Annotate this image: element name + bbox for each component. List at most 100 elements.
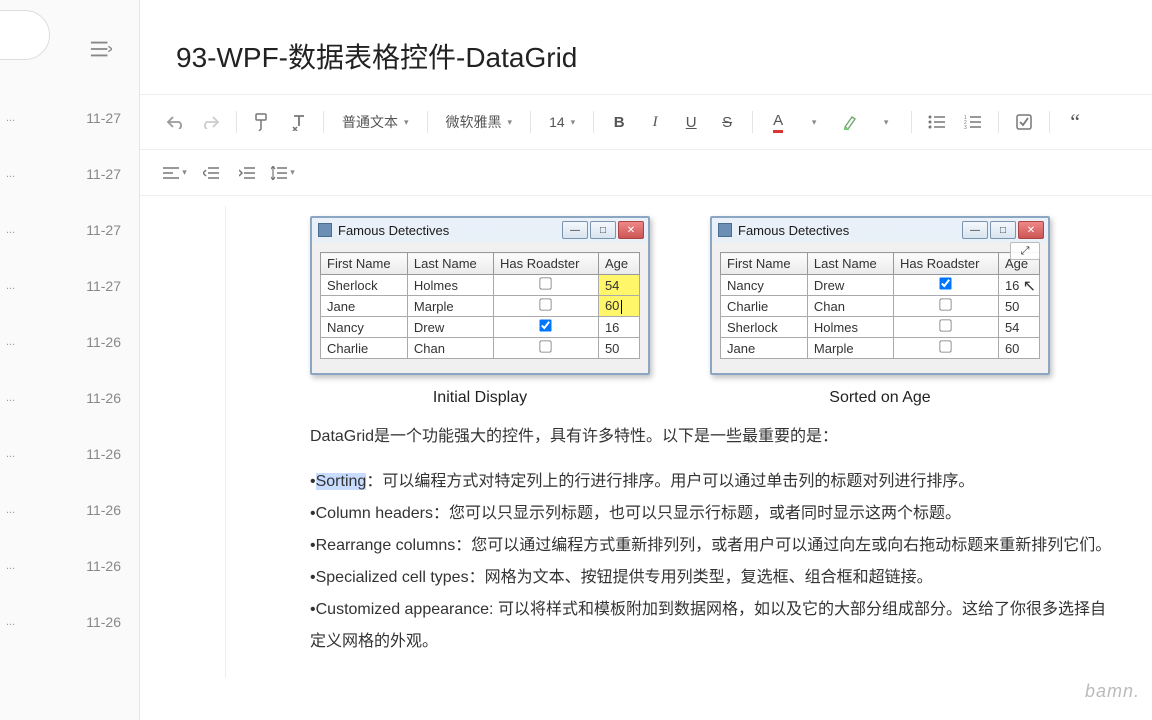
- cell-last[interactable]: Drew: [807, 275, 893, 296]
- checkbox[interactable]: [540, 277, 552, 289]
- cell-roadster[interactable]: [894, 338, 999, 359]
- sidebar-item[interactable]: ...11-27: [0, 258, 139, 314]
- checkbox[interactable]: [940, 277, 952, 289]
- column-header[interactable]: First Name: [321, 253, 408, 275]
- highlight-button[interactable]: [835, 107, 865, 137]
- strikethrough-button[interactable]: S: [712, 107, 742, 137]
- cell-age[interactable]: 54: [598, 275, 639, 296]
- cell-last[interactable]: Marple: [407, 296, 493, 317]
- column-header[interactable]: First Name: [721, 253, 808, 275]
- table-row[interactable]: JaneMarple 60: [321, 296, 640, 317]
- cell-last[interactable]: Holmes: [807, 317, 893, 338]
- sidebar-item[interactable]: ...11-27: [0, 146, 139, 202]
- cell-roadster[interactable]: [494, 317, 599, 338]
- datagrid-left[interactable]: First NameLast NameHas RoadsterAgeSherlo…: [320, 252, 640, 359]
- font-color-button[interactable]: A: [763, 107, 793, 137]
- cell-roadster[interactable]: [894, 317, 999, 338]
- column-header[interactable]: Age: [598, 253, 639, 275]
- cell-roadster[interactable]: [894, 296, 999, 317]
- ordered-list-button[interactable]: 123: [958, 107, 988, 137]
- checkbox[interactable]: [540, 298, 552, 310]
- checkbox[interactable]: [940, 298, 952, 310]
- cell-first[interactable]: Sherlock: [721, 317, 808, 338]
- quote-button[interactable]: “: [1060, 107, 1090, 137]
- close-button[interactable]: ✕: [618, 221, 644, 239]
- checkbox-button[interactable]: [1009, 107, 1039, 137]
- highlight-chevron[interactable]: ▾: [871, 107, 901, 137]
- table-row[interactable]: CharlieChan 50: [721, 296, 1040, 317]
- format-painter-button[interactable]: [247, 107, 277, 137]
- cell-roadster[interactable]: [494, 338, 599, 359]
- redo-button[interactable]: [196, 107, 226, 137]
- cell-first[interactable]: Charlie: [721, 296, 808, 317]
- close-button[interactable]: ✕: [1018, 221, 1044, 239]
- cell-roadster[interactable]: [494, 296, 599, 317]
- sidebar-item[interactable]: ...11-26: [0, 370, 139, 426]
- font-size-dropdown[interactable]: 14▾: [541, 114, 583, 130]
- minimize-button[interactable]: —: [562, 221, 588, 239]
- align-button[interactable]: ▾: [160, 158, 190, 188]
- cell-age[interactable]: 50: [598, 338, 639, 359]
- checkbox[interactable]: [540, 319, 552, 331]
- sidebar-item[interactable]: ...11-26: [0, 314, 139, 370]
- cell-age[interactable]: 16: [598, 317, 639, 338]
- cell-age[interactable]: 16: [998, 275, 1039, 296]
- table-row[interactable]: SherlockHolmes 54: [321, 275, 640, 296]
- cell-last[interactable]: Chan: [407, 338, 493, 359]
- sidebar-item[interactable]: ...11-26: [0, 426, 139, 482]
- font-family-dropdown[interactable]: 微软雅黑▾: [438, 112, 521, 132]
- table-row[interactable]: NancyDrew 16: [321, 317, 640, 338]
- table-row[interactable]: JaneMarple 60: [721, 338, 1040, 359]
- column-header[interactable]: Has Roadster: [894, 253, 999, 275]
- bold-button[interactable]: B: [604, 107, 634, 137]
- column-header[interactable]: Last Name: [407, 253, 493, 275]
- paragraph-style-dropdown[interactable]: 普通文本▾: [334, 112, 417, 132]
- cell-age[interactable]: 60: [998, 338, 1039, 359]
- column-header[interactable]: Last Name: [807, 253, 893, 275]
- cell-first[interactable]: Sherlock: [321, 275, 408, 296]
- cell-age[interactable]: 50: [998, 296, 1039, 317]
- sidebar-item[interactable]: ...11-26: [0, 538, 139, 594]
- menu-icon[interactable]: [90, 40, 112, 63]
- cell-roadster[interactable]: [894, 275, 999, 296]
- font-color-chevron[interactable]: ▾: [799, 107, 829, 137]
- maximize-button[interactable]: □: [990, 221, 1016, 239]
- underline-button[interactable]: U: [676, 107, 706, 137]
- column-header[interactable]: Has Roadster: [494, 253, 599, 275]
- clear-format-button[interactable]: [283, 107, 313, 137]
- cell-first[interactable]: Nancy: [321, 317, 408, 338]
- cell-age[interactable]: 54: [998, 317, 1039, 338]
- italic-button[interactable]: I: [640, 107, 670, 137]
- doc-body[interactable]: Famous Detectives — □ ✕ First NameLast N…: [240, 206, 1152, 678]
- undo-button[interactable]: [160, 107, 190, 137]
- cell-first[interactable]: Jane: [321, 296, 408, 317]
- table-row[interactable]: NancyDrew 16: [721, 275, 1040, 296]
- table-row[interactable]: SherlockHolmes 54: [721, 317, 1040, 338]
- line-spacing-button[interactable]: ▾: [268, 158, 298, 188]
- expand-image-button[interactable]: ⤢: [1010, 242, 1040, 260]
- cell-age[interactable]: 60: [598, 296, 639, 317]
- sidebar-item[interactable]: ...11-26: [0, 482, 139, 538]
- sidebar-pill[interactable]: [0, 10, 50, 60]
- sidebar-item[interactable]: ...11-27: [0, 202, 139, 258]
- table-row[interactable]: CharlieChan 50: [321, 338, 640, 359]
- cell-first[interactable]: Jane: [721, 338, 808, 359]
- sidebar-item[interactable]: ...11-26: [0, 594, 139, 650]
- cell-last[interactable]: Holmes: [407, 275, 493, 296]
- cell-last[interactable]: Drew: [407, 317, 493, 338]
- cell-last[interactable]: Marple: [807, 338, 893, 359]
- indent-increase-button[interactable]: [232, 158, 262, 188]
- maximize-button[interactable]: □: [590, 221, 616, 239]
- cell-roadster[interactable]: [494, 275, 599, 296]
- cell-first[interactable]: Nancy: [721, 275, 808, 296]
- checkbox[interactable]: [940, 319, 952, 331]
- checkbox[interactable]: [540, 340, 552, 352]
- checkbox[interactable]: [940, 340, 952, 352]
- cell-last[interactable]: Chan: [807, 296, 893, 317]
- datagrid-right[interactable]: First NameLast NameHas RoadsterAgeNancyD…: [720, 252, 1040, 359]
- unordered-list-button[interactable]: [922, 107, 952, 137]
- indent-decrease-button[interactable]: [196, 158, 226, 188]
- cell-first[interactable]: Charlie: [321, 338, 408, 359]
- sidebar-item[interactable]: ...11-27: [0, 90, 139, 146]
- minimize-button[interactable]: —: [962, 221, 988, 239]
